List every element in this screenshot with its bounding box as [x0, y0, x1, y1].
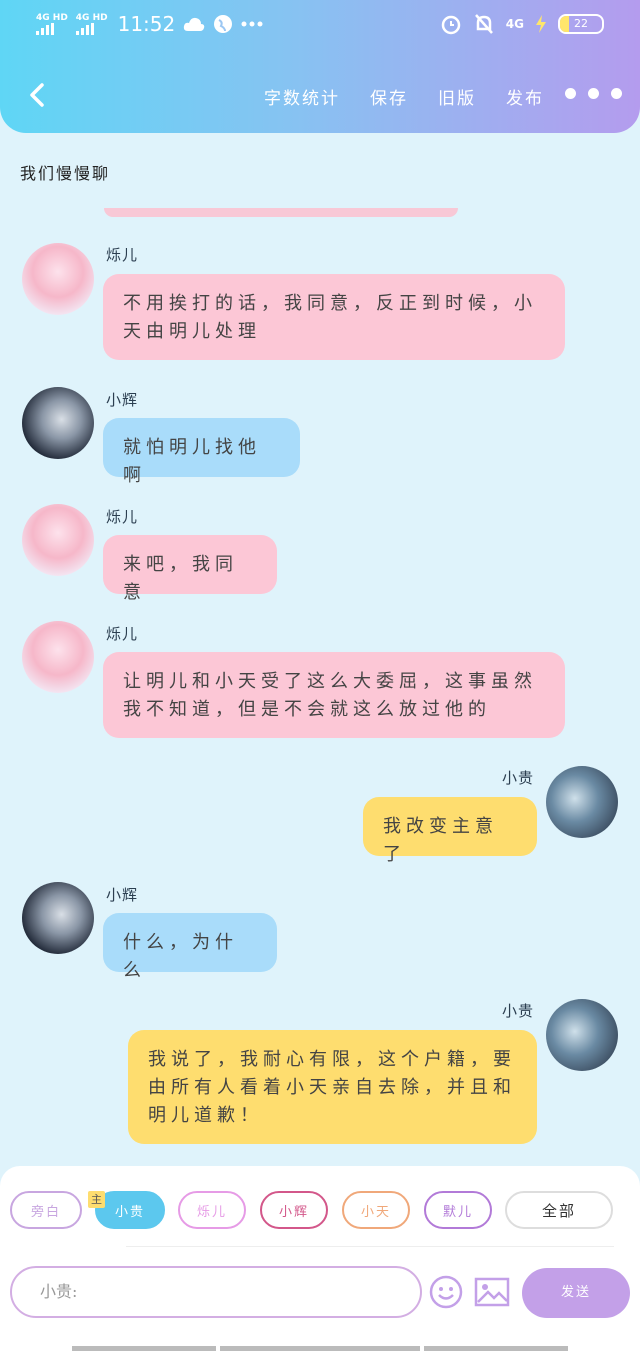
character-chip-all[interactable]: 全部 — [505, 1191, 613, 1229]
home-indicator — [424, 1346, 568, 1351]
sender-name: 小辉 — [106, 886, 139, 904]
sender-name: 小贵 — [502, 1002, 535, 1020]
sender-name: 小辉 — [106, 391, 139, 409]
message-bubble[interactable]: 我说了，我耐心有限，这个户籍，要由所有人看着小天亲自去除，并且和明儿道歉！ — [128, 1030, 537, 1144]
avatar[interactable] — [22, 621, 94, 693]
nav-bar: 字数统计 保存 旧版 发布 — [0, 78, 640, 114]
status-bar: 4G HD 4G HD 11:52 4G 22 — [0, 10, 640, 40]
home-indicator — [72, 1346, 216, 1351]
home-indicator — [220, 1346, 420, 1351]
avatar[interactable] — [22, 387, 94, 459]
publish-button[interactable]: 发布 — [506, 84, 544, 109]
previous-bubble-edge — [104, 208, 458, 217]
message-bubble[interactable]: 来吧，我同意 — [103, 535, 277, 603]
more-icon[interactable] — [565, 88, 622, 99]
character-chip-xiaohui[interactable]: 小辉 — [260, 1191, 328, 1229]
message-input[interactable]: 小贵: — [10, 1266, 422, 1318]
signal-indicator-1: 4G HD — [36, 13, 68, 35]
sender-name: 烁儿 — [106, 625, 139, 643]
header: 4G HD 4G HD 11:52 4G 22 字数统计 保存 旧版 发布 — [0, 0, 640, 133]
chat-title: 我们慢慢聊 — [20, 164, 111, 183]
charging-icon — [536, 15, 546, 33]
mute-icon — [474, 14, 493, 34]
avatar[interactable] — [22, 882, 94, 954]
image-icon[interactable] — [474, 1276, 510, 1308]
character-chip-xiaogui[interactable]: 小贵 — [95, 1191, 165, 1229]
avatar[interactable] — [546, 766, 618, 838]
message-bubble[interactable]: 不用挨打的话，我同意，反正到时候，小天由明儿处理 — [103, 274, 565, 360]
more-status-icon — [241, 21, 263, 27]
sender-name: 烁儿 — [106, 246, 139, 264]
alarm-icon — [441, 15, 461, 35]
sender-name: 小贵 — [502, 769, 535, 787]
character-chip-moer[interactable]: 默儿 — [424, 1191, 492, 1229]
avatar[interactable] — [22, 504, 94, 576]
message-bubble[interactable]: 我改变主意了 — [363, 797, 537, 865]
battery-indicator: 22 — [558, 14, 604, 34]
divider — [126, 1246, 614, 1247]
emoji-icon[interactable] — [428, 1274, 464, 1310]
sender-name: 烁儿 — [106, 508, 139, 526]
main-role-badge: 主 — [88, 1191, 105, 1208]
save-button[interactable]: 保存 — [370, 84, 408, 109]
avatar[interactable] — [546, 999, 618, 1071]
message-bubble[interactable]: 就怕明儿找他啊 — [103, 418, 300, 486]
character-chip-shuoer[interactable]: 烁儿 — [178, 1191, 246, 1229]
word-count-button[interactable]: 字数统计 — [264, 84, 340, 109]
cloud-icon — [184, 17, 205, 31]
globe-icon — [214, 15, 233, 33]
character-chip-narrator[interactable]: 旁白 — [10, 1191, 82, 1229]
send-button[interactable]: 发送 — [522, 1268, 630, 1318]
status-time: 11:52 — [117, 12, 176, 36]
signal-indicator-2: 4G HD — [75, 13, 108, 35]
message-bubble[interactable]: 什么，为什么 — [103, 913, 277, 981]
message-bubble[interactable]: 让明儿和小天受了这么大委屈，这事虽然我不知道，但是不会就这么放过他的 — [103, 652, 565, 738]
back-icon[interactable] — [24, 80, 54, 110]
avatar[interactable] — [22, 243, 94, 315]
old-version-button[interactable]: 旧版 — [438, 84, 476, 109]
character-chip-xiaotian[interactable]: 小天 — [342, 1191, 410, 1229]
network-type: 4G — [505, 17, 524, 31]
